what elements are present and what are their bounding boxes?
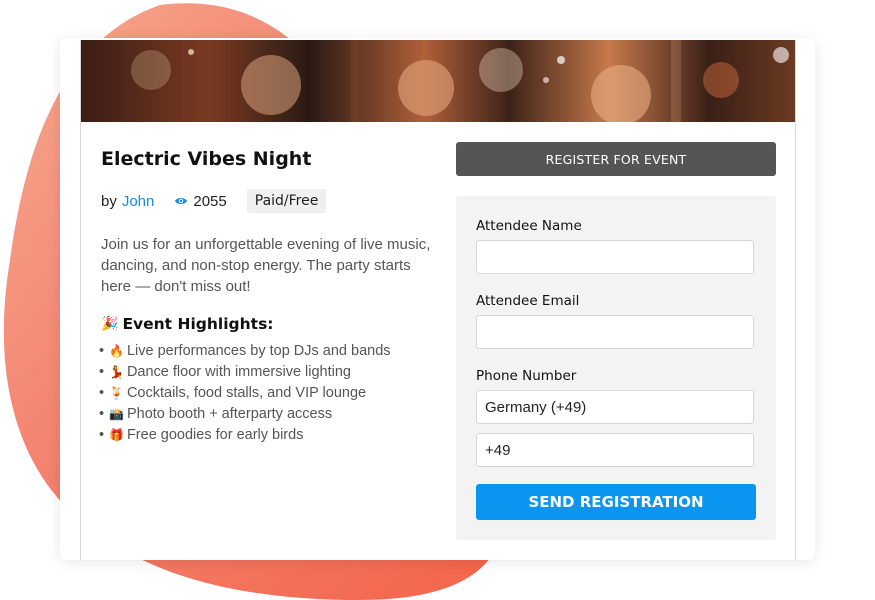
event-title: Electric Vibes Night (101, 148, 312, 170)
attendee-name-label: Attendee Name (476, 218, 582, 234)
camera-icon: 📸 (109, 407, 124, 421)
event-description: Join us for an unforgettable evening of … (101, 236, 431, 295)
highlights-title: Event Highlights: (122, 315, 274, 333)
highlights-heading: 🎉 Event Highlights: (101, 315, 431, 333)
concert-crowd-image (131, 40, 789, 122)
list-item: • 💃 Dance floor with immersive lighting (99, 364, 351, 380)
party-popper-icon: 🎉 (101, 316, 119, 332)
highlight-text: Free goodies for early birds (126, 427, 304, 443)
country-code-select[interactable]: Germany (+49) (476, 390, 754, 424)
highlight-text: Photo booth + afterparty access (126, 406, 333, 422)
event-banner-image (81, 40, 795, 122)
highlight-text: Live performances by top DJs and bands (126, 343, 391, 359)
list-item: • 🔥 Live performances by top DJs and band… (99, 343, 391, 359)
view-count: 2055 (193, 192, 227, 210)
price-badge: Paid/Free (246, 189, 327, 213)
event-meta: by John 2055 Paid/Free (101, 188, 431, 214)
attendee-email-label: Attendee Email (476, 293, 580, 309)
dancer-icon: 💃 (109, 365, 124, 379)
register-for-event-button[interactable]: REGISTER FOR EVENT (456, 142, 776, 176)
send-registration-button[interactable]: SEND REGISTRATION (476, 484, 756, 520)
cocktail-icon: 🍹 (109, 386, 124, 400)
highlight-text: Cocktails, food stalls, and VIP lounge (126, 385, 367, 401)
event-card: Electric Vibes Night by John 2055 Paid/F… (60, 38, 815, 560)
by-label: by (101, 192, 117, 210)
event-details: Electric Vibes Night by John 2055 Paid/F… (99, 148, 431, 446)
fire-icon: 🔥 (109, 344, 124, 358)
phone-number-input[interactable]: +49 (476, 433, 754, 467)
gift-icon: 🎁 (109, 428, 124, 442)
list-item: • 📸 Photo booth + afterparty access (99, 406, 333, 422)
highlight-text: Dance floor with immersive lighting (126, 364, 351, 380)
list-item: • 🎁 Free goodies for early birds (99, 427, 304, 443)
highlights-list: • 🔥 Live performances by top DJs and band… (99, 341, 431, 446)
author-link[interactable]: John (122, 193, 155, 210)
phone-number-label: Phone Number (476, 368, 577, 384)
list-item: • 🍹 Cocktails, food stalls, and VIP loung… (99, 385, 367, 401)
eye-icon (175, 198, 188, 204)
registration-form: Attendee Name Attendee Email Phone Numbe… (456, 196, 776, 540)
attendee-name-input[interactable] (476, 240, 754, 274)
event-card-inner: Electric Vibes Night by John 2055 Paid/F… (80, 40, 796, 560)
attendee-email-input[interactable] (476, 315, 754, 349)
